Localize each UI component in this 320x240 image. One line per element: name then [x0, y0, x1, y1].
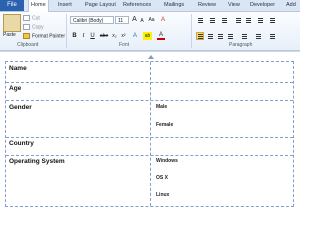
tab-mailings[interactable]: Mailings	[164, 0, 184, 11]
pilcrow-icon	[270, 18, 275, 19]
shrink-font-button[interactable]: A	[139, 17, 145, 25]
os-option: Linux	[156, 192, 170, 198]
os-option: OS X	[156, 175, 168, 181]
copy-icon	[23, 24, 30, 30]
bullets-button[interactable]	[196, 16, 204, 24]
row-divider	[6, 137, 293, 138]
numbering-icon	[210, 18, 215, 19]
form-table[interactable]: Name Age Gender Male Female Country Oper…	[5, 61, 294, 207]
row-divider	[6, 100, 293, 101]
multilevel-list-button[interactable]	[220, 16, 228, 24]
tab-home[interactable]: Home	[28, 0, 49, 12]
numbering-button[interactable]	[208, 16, 216, 24]
column-divider	[150, 62, 151, 206]
tab-view[interactable]: View	[228, 0, 240, 11]
shading-button[interactable]	[254, 32, 262, 40]
decrease-indent-icon	[236, 18, 241, 19]
subscript-button[interactable]: x₂	[111, 32, 118, 40]
borders-icon	[270, 34, 275, 35]
ruler	[0, 51, 300, 52]
row-label-operating-system: Operating System	[9, 158, 65, 165]
tab-add-ins[interactable]: Add	[286, 0, 296, 11]
row-label-country: Country	[9, 140, 34, 147]
scissors-icon	[23, 15, 30, 21]
row-label-gender: Gender	[9, 104, 32, 111]
tab-file[interactable]: File	[0, 0, 24, 11]
tab-references[interactable]: References	[123, 0, 151, 11]
align-left-button[interactable]	[196, 32, 204, 40]
os-option: Windows	[156, 158, 178, 164]
ribbon-tab-bar: File Home Insert Page Layout References …	[0, 0, 300, 12]
row-divider	[6, 82, 293, 83]
superscript-button[interactable]: x²	[120, 32, 127, 40]
sort-icon	[258, 18, 263, 19]
gender-option: Male	[156, 104, 168, 110]
paste-icon[interactable]	[3, 14, 21, 32]
row-divider	[6, 155, 293, 156]
align-right-icon	[218, 34, 223, 35]
font-color-button[interactable]: A	[157, 32, 165, 40]
line-spacing-button[interactable]	[240, 32, 248, 40]
group-divider	[66, 14, 67, 48]
justify-icon	[228, 34, 233, 35]
tab-developer[interactable]: Developer	[250, 0, 275, 11]
tab-insert[interactable]: Insert	[58, 0, 72, 11]
line-spacing-icon	[242, 34, 247, 35]
gender-option: Female	[156, 122, 174, 128]
clear-formatting-button[interactable]: A	[159, 16, 167, 24]
word-window: File Home Insert Page Layout References …	[0, 0, 300, 208]
row-label-name: Name	[9, 65, 27, 72]
multilevel-list-icon	[222, 18, 227, 19]
cut-button[interactable]: Cut	[23, 15, 40, 21]
align-center-icon	[208, 34, 213, 35]
align-left-icon	[198, 34, 203, 35]
decrease-indent-button[interactable]	[234, 16, 242, 24]
font-size-select[interactable]: 11	[115, 16, 129, 24]
bullets-icon	[198, 18, 203, 19]
align-center-button[interactable]	[206, 32, 214, 40]
increase-indent-icon	[246, 18, 251, 19]
row-label-age: Age	[9, 85, 22, 92]
clipboard-group-label: Clipboard	[17, 42, 39, 48]
font-name-select[interactable]: Calibri (Body)	[70, 16, 114, 24]
font-group-label: Font	[119, 42, 130, 48]
change-case-button[interactable]: Aa	[148, 16, 155, 24]
increase-indent-button[interactable]	[244, 16, 252, 24]
strikethrough-button[interactable]: abe	[99, 32, 109, 40]
shading-icon	[256, 34, 261, 35]
italic-button[interactable]: I	[80, 32, 87, 40]
tab-review[interactable]: Review	[198, 0, 216, 11]
grow-font-button[interactable]: A	[131, 16, 138, 24]
sort-button[interactable]	[256, 16, 264, 24]
show-marks-button[interactable]	[268, 16, 276, 24]
justify-button[interactable]	[226, 32, 234, 40]
highlight-button[interactable]: ab	[143, 32, 152, 40]
group-divider	[191, 14, 192, 48]
tab-page-layout[interactable]: Page Layout	[85, 0, 116, 11]
copy-button[interactable]: Copy	[23, 24, 44, 30]
home-ribbon: Paste Cut Copy Format Painter Clipboard …	[0, 12, 300, 51]
text-effects-button[interactable]: A	[131, 32, 139, 40]
borders-button[interactable]	[268, 32, 276, 40]
paste-button[interactable]: Paste	[3, 32, 16, 38]
bold-button[interactable]: B	[71, 32, 78, 40]
format-painter-icon	[23, 33, 30, 39]
align-right-button[interactable]	[216, 32, 224, 40]
paragraph-group-label: Paragraph	[229, 42, 253, 48]
format-painter-button[interactable]: Format Painter	[23, 33, 65, 39]
underline-button[interactable]: U	[89, 32, 96, 40]
